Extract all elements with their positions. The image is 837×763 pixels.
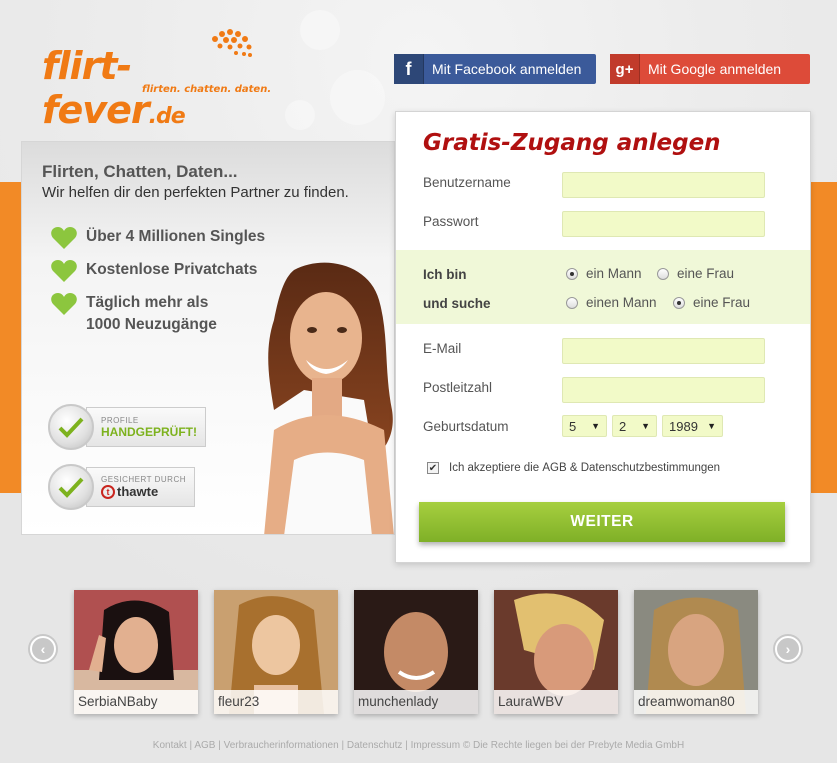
copyright-text: © Die Rechte liegen bei der Prebyte Medi…: [462, 740, 685, 751]
registration-form: Gratis-Zugang anlegen Benutzername Passw…: [395, 111, 811, 563]
profile-card[interactable]: LauraWBV: [494, 590, 618, 714]
birthdate-label: Geburtsdatum: [423, 419, 509, 434]
privacy-link[interactable]: Datenschutzbestimmungen: [581, 462, 720, 474]
profile-name: SerbiaNBaby: [74, 690, 198, 714]
profile-name: dreamwoman80: [634, 690, 758, 714]
chevron-right-icon: ›: [785, 641, 791, 657]
google-login-button[interactable]: g+ Mit Google anmelden: [610, 54, 810, 84]
seeking-label: und suche: [423, 296, 491, 311]
profile-name: fleur23: [214, 690, 338, 714]
google-plus-icon: g+: [610, 54, 640, 84]
dropdown-arrow-icon: ▼: [641, 421, 650, 431]
agb-link[interactable]: AGB: [542, 462, 566, 474]
password-label: Passwort: [423, 214, 479, 229]
thawte-secured-badge[interactable]: GESICHERT DURCH t thawte: [48, 464, 216, 510]
zip-input[interactable]: [562, 377, 765, 403]
i-am-man-radio[interactable]: ein Mann: [566, 266, 642, 281]
birth-day-select[interactable]: 5 ▼: [562, 415, 607, 437]
submit-button[interactable]: WEITER: [419, 502, 785, 542]
footer-link-agb[interactable]: AGB: [194, 740, 215, 751]
profile-card[interactable]: dreamwoman80: [634, 590, 758, 714]
footer-link-kontakt[interactable]: Kontakt: [153, 740, 187, 751]
heart-icon: [51, 260, 77, 282]
feature-item: Täglich mehr als 1000 Neuzugänge: [50, 292, 217, 336]
seeking-man-radio[interactable]: einen Mann: [566, 295, 657, 310]
footer-link-verbraucherinformationen[interactable]: Verbraucherinformationen: [224, 740, 339, 751]
carousel-next-button[interactable]: ›: [773, 634, 803, 664]
bokeh-decoration: [285, 100, 315, 130]
facebook-login-label: Mit Facebook anmelden: [432, 61, 582, 77]
checkmark-icon: [48, 404, 94, 450]
thawte-logo-icon: t: [101, 484, 115, 499]
heart-icon: [51, 227, 77, 249]
email-input[interactable]: [562, 338, 765, 364]
profile-name: LauraWBV: [494, 690, 618, 714]
username-input[interactable]: [562, 172, 765, 198]
profile-name: munchenlady: [354, 690, 478, 714]
i-am-woman-radio[interactable]: eine Frau: [657, 266, 734, 281]
carousel-prev-button[interactable]: ‹: [28, 634, 58, 664]
chevron-left-icon: ‹: [40, 641, 46, 657]
facebook-login-button[interactable]: f Mit Facebook anmelden: [394, 54, 596, 84]
terms-checkbox[interactable]: ✔: [427, 462, 439, 474]
logo[interactable]: flirt-fever.de flirten. chatten. daten.: [42, 28, 272, 132]
promo-subtitle: Wir helfen dir den perfekten Partner zu …: [42, 184, 349, 201]
facebook-icon: f: [394, 54, 424, 84]
username-label: Benutzername: [423, 175, 511, 190]
password-input[interactable]: [562, 211, 765, 237]
terms-row: ✔ Ich akzeptiere die AGB & Datenschutzbe…: [427, 462, 721, 474]
checkmark-icon: [48, 464, 94, 510]
dropdown-arrow-icon: ▼: [591, 421, 600, 431]
handchecked-badge: PROFILE HANDGEPRÜFT!: [48, 404, 216, 450]
woman-photo: [264, 262, 394, 534]
seeking-woman-radio[interactable]: eine Frau: [673, 295, 750, 310]
heart-icon: [51, 293, 77, 315]
footer-link-impressum[interactable]: Impressum: [411, 740, 460, 751]
form-title: Gratis-Zugang anlegen: [423, 130, 721, 156]
zip-label: Postleitzahl: [423, 380, 493, 395]
dropdown-arrow-icon: ▼: [707, 421, 716, 431]
feature-item: Über 4 Millionen Singles: [50, 226, 265, 250]
footer-link-datenschutz[interactable]: Datenschutz: [347, 740, 403, 751]
logo-slogan: flirten. chatten. daten.: [142, 84, 272, 95]
email-label: E-Mail: [423, 341, 462, 356]
bokeh-decoration: [330, 70, 385, 125]
footer: Kontakt | AGB | Verbraucherinformationen…: [152, 740, 685, 751]
google-login-label: Mit Google anmelden: [648, 61, 782, 77]
i-am-label: Ich bin: [423, 267, 467, 282]
birth-year-select[interactable]: 1989 ▼: [662, 415, 723, 437]
bokeh-decoration: [300, 10, 340, 50]
feature-item: Kostenlose Privatchats: [50, 259, 257, 283]
promo-panel: Flirten, Chatten, Daten... Wir helfen di…: [21, 141, 395, 535]
profile-card[interactable]: munchenlady: [354, 590, 478, 714]
gender-section: [396, 250, 810, 324]
birth-month-select[interactable]: 2 ▼: [612, 415, 657, 437]
profile-card[interactable]: fleur23: [214, 590, 338, 714]
profile-card[interactable]: SerbiaNBaby: [74, 590, 198, 714]
promo-title: Flirten, Chatten, Daten...: [42, 162, 238, 181]
